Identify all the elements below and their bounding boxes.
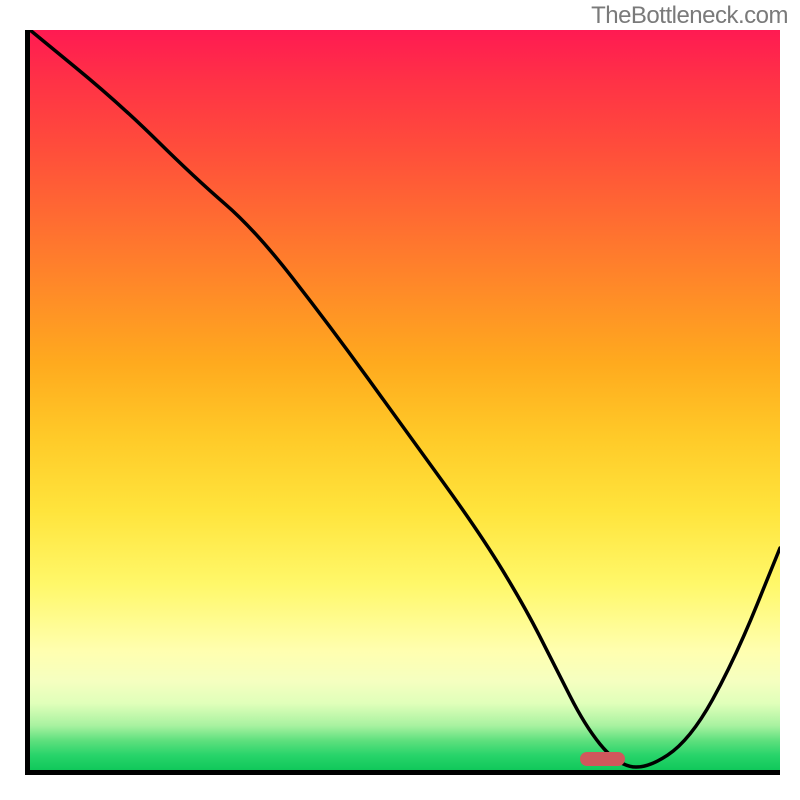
axes: [25, 30, 780, 775]
chart-canvas: TheBottleneck.com: [0, 0, 800, 800]
plot-area: [25, 30, 780, 775]
watermark-text: TheBottleneck.com: [591, 2, 788, 30]
